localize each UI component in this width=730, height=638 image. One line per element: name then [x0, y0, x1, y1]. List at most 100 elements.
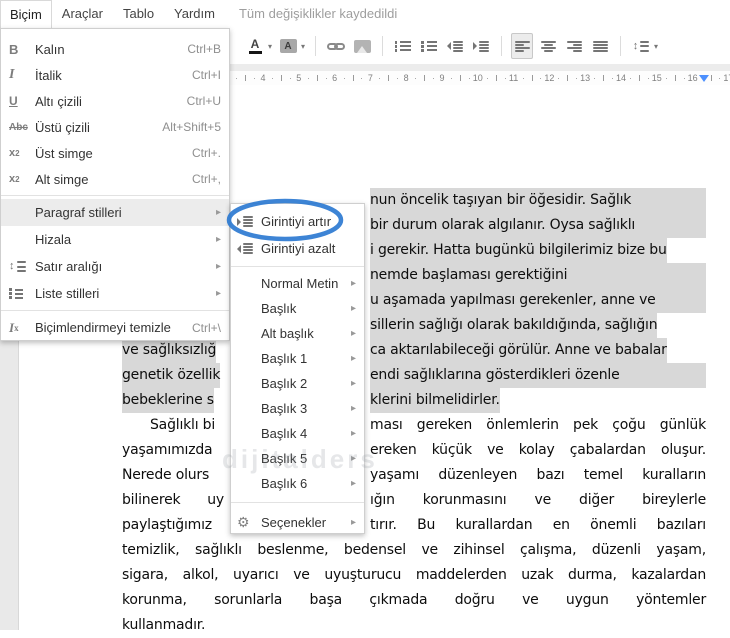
menu-item-label: Üst simge: [35, 145, 93, 161]
menu-araclar[interactable]: Araçlar: [52, 0, 113, 28]
submenu-item-girintiyi-artir[interactable]: Girintiyi artır: [231, 208, 364, 235]
ruler-tick: [245, 75, 247, 81]
submenu-separator: [231, 502, 364, 503]
ruler-indent-marker[interactable]: [699, 75, 709, 82]
highlight-icon: A: [279, 39, 297, 53]
menu-item-alti-cizili[interactable]: U Altı çizili Ctrl+U: [1, 88, 229, 114]
increase-indent-button[interactable]: [470, 33, 492, 59]
submenu-item-label: Başlık 6: [261, 476, 308, 491]
ruler-tick: [665, 78, 667, 79]
ruler-tick: [236, 78, 238, 79]
ruler-tick: [280, 75, 282, 81]
menu-item-italik[interactable]: I İtalik Ctrl+I: [1, 62, 229, 88]
ruler-tick: [459, 75, 461, 81]
indent-decrease-icon: [237, 243, 261, 254]
menu-item-ustu-cizili[interactable]: Abc Üstü çizili Alt+Shift+5: [1, 114, 229, 140]
ruler-tick: [612, 78, 613, 79]
align-right-button[interactable]: [563, 33, 585, 59]
menu-item-label: Üstü çizili: [35, 119, 90, 135]
strikethrough-icon: Abc: [9, 121, 28, 133]
submenu-separator: [231, 266, 364, 267]
submenu-item-alt-baslik[interactable]: Alt başlık ▸: [231, 321, 364, 346]
doc-line-fragment: yaşamımızda: [122, 442, 213, 458]
line-spacing-button[interactable]: ↕: [630, 33, 652, 59]
doc-line-fragment: nun öncelik taşıyan bir öğesidir. Sağlık: [370, 188, 706, 213]
menu-item-satir-araligi[interactable]: ↕ Satır aralığı ▸: [1, 253, 229, 280]
submenu-item-secenekler[interactable]: ⚙ Seçenekler ▸: [231, 509, 364, 536]
submenu-item-girintiyi-azalt[interactable]: Girintiyi azalt: [231, 235, 364, 262]
line-spacing-caret-icon[interactable]: ▾: [654, 42, 658, 51]
format-menu: B Kalın Ctrl+B I İtalik Ctrl+I U Altı çi…: [0, 28, 230, 341]
bulleted-list-button[interactable]: [418, 33, 440, 59]
submenu-item-baslik[interactable]: Başlık ▸: [231, 296, 364, 321]
menu-tablo[interactable]: Tablo: [113, 0, 164, 28]
highlight-color-button[interactable]: A: [277, 33, 299, 59]
ruler-tick: [638, 75, 640, 81]
submenu-item-normal-metin[interactable]: Normal Metin ▸: [231, 271, 364, 296]
submenu-item-label: Girintiyi azalt: [261, 241, 336, 256]
menu-item-liste-stilleri[interactable]: Liste stilleri ▸: [1, 280, 229, 307]
submenu-item-baslik-2[interactable]: Başlık 2 ▸: [231, 371, 364, 396]
menubar: Biçim Araçlar Tablo Yardım Tüm değişikli…: [0, 0, 730, 28]
submenu-item-label: Normal Metin: [261, 276, 339, 291]
submenu-item-label: Başlık: [261, 301, 297, 316]
text-color-caret-icon[interactable]: ▾: [268, 42, 272, 51]
submenu-arrow-icon: ▸: [215, 261, 221, 272]
italic-icon: I: [9, 67, 15, 82]
submenu-item-label: Alt başlık: [261, 326, 314, 341]
submenu-item-baslik-1[interactable]: Başlık 1 ▸: [231, 346, 364, 371]
ruler-tick: [603, 75, 605, 81]
menu-item-bicimlendirmeyi-temizle[interactable]: Ix Biçimlendirmeyi temizle Ctrl+\: [1, 314, 229, 341]
submenu-item-label: Başlık 2: [261, 376, 308, 391]
submenu-arrow-icon: ▸: [350, 428, 356, 439]
ruler-scale[interactable]: 4 5 6 7 8 9 10 11 12 13 14 15 16 17: [230, 71, 730, 85]
ruler-tick: [504, 78, 506, 79]
menu-shortcut: Ctrl+\: [191, 320, 221, 335]
menu-item-ust-simge[interactable]: x2 Üst simge Ctrl+.: [1, 140, 229, 166]
submenu-item-baslik-3[interactable]: Başlık 3 ▸: [231, 396, 364, 421]
list-styles-icon: [9, 288, 35, 299]
doc-line-fragment: bebeklerine s: [122, 388, 214, 413]
decrease-indent-button[interactable]: [444, 33, 466, 59]
highlight-caret-icon[interactable]: ▾: [301, 42, 305, 51]
numbered-list-button[interactable]: [392, 33, 414, 59]
menu-item-label: Liste stilleri: [35, 286, 100, 301]
menu-item-label: Biçimlendirmeyi temizle: [35, 320, 171, 335]
insert-link-button[interactable]: [325, 33, 347, 59]
ruler-number: 17: [723, 73, 730, 83]
menu-yardim[interactable]: Yardım: [164, 0, 225, 28]
ruler-tick: [254, 78, 255, 79]
align-left-icon: [514, 40, 530, 52]
ruler-tick: [424, 75, 426, 81]
ruler-number: 12: [544, 73, 555, 83]
doc-line-fragment: ığın korunmasını ve diğer bireylerle: [370, 492, 706, 508]
submenu-item-baslik-4[interactable]: Başlık 4 ▸: [231, 421, 364, 446]
ruler-tick: [289, 78, 291, 79]
doc-line-fragment: klerini bilmelidirler.: [370, 388, 500, 413]
ruler-tick: [630, 78, 631, 79]
save-status: Tüm değişiklikler kaydedildi: [238, 6, 398, 21]
ruler-tick: [307, 78, 309, 79]
ruler-number: 6: [332, 73, 338, 83]
menu-item-kalin[interactable]: B Kalın Ctrl+B: [1, 36, 229, 62]
justify-icon: [592, 40, 608, 52]
align-right-icon: [566, 40, 582, 52]
menu-item-alt-simge[interactable]: x2 Alt simge Ctrl+,: [1, 166, 229, 192]
ruler-number: 7: [367, 73, 373, 83]
menu-item-label: Satır aralığı: [35, 259, 103, 274]
align-left-button[interactable]: [511, 33, 534, 59]
insert-image-button[interactable]: [351, 33, 373, 59]
menu-item-paragraf-stilleri[interactable]: Paragraf stilleri ▸: [1, 199, 229, 226]
submenu-arrow-icon: ▸: [350, 353, 356, 364]
justify-button[interactable]: [589, 33, 611, 59]
menu-item-hizala[interactable]: Hizala ▸: [1, 226, 229, 253]
image-icon: [353, 39, 371, 53]
ruler-tick: [710, 75, 712, 81]
toolbar-separator: [620, 36, 622, 56]
ruler-number: 4: [260, 73, 266, 83]
text-color-button[interactable]: A: [244, 33, 266, 59]
menu-bicim[interactable]: Biçim: [0, 0, 52, 28]
align-center-button[interactable]: [537, 33, 559, 59]
menu-item-label: Hizala: [35, 232, 72, 247]
doc-line-fragment: ması gereken önlemlerin pek çoğu günlük: [370, 417, 706, 433]
